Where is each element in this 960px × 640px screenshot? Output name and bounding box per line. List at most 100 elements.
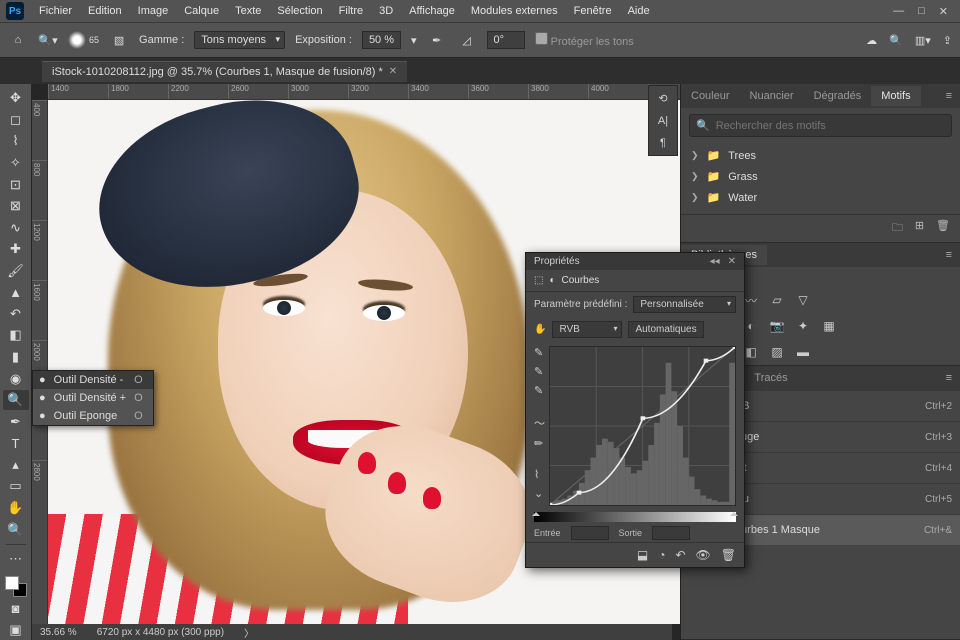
menu-file[interactable]: Fichier xyxy=(32,3,79,19)
new-item-icon[interactable]: ⊞ xyxy=(915,219,924,238)
pattern-search[interactable]: 🔍 xyxy=(689,114,952,137)
path-select-tool[interactable]: ▴ xyxy=(3,455,29,476)
panel-menu-icon[interactable]: ≡ xyxy=(938,90,960,102)
selective-icon[interactable]: ▨ xyxy=(767,343,787,361)
gradient-tool[interactable]: ▮ xyxy=(3,347,29,368)
wand-tool[interactable]: ✧ xyxy=(3,153,29,174)
character-dock-icon[interactable]: A| xyxy=(658,115,668,127)
home-icon[interactable]: ⌂ xyxy=(8,30,28,50)
history-dock-icon[interactable]: ⟲ xyxy=(658,92,667,105)
angle-icon[interactable]: ◿ xyxy=(457,30,477,50)
gradient-map-icon[interactable]: ▬ xyxy=(793,343,813,361)
brush-size[interactable]: 65 xyxy=(89,35,99,45)
ruler-horizontal[interactable]: 1400180022002600300032003400360038004000… xyxy=(48,84,680,100)
flyout-item[interactable]: ●Outil Densité -O xyxy=(33,371,153,389)
input-field[interactable] xyxy=(571,526,609,540)
pattern-folder-water[interactable]: ❯📁Water xyxy=(689,187,952,208)
sample-black-icon[interactable]: ✎ xyxy=(534,346,545,359)
view-previous-icon[interactable]: ◔ xyxy=(658,548,665,562)
tab-patterns[interactable]: Motifs xyxy=(871,86,920,106)
toggle-visibility-icon[interactable]: 👁 xyxy=(696,548,711,562)
pattern-folder-trees[interactable]: ❯📁Trees xyxy=(689,145,952,166)
pen-tool[interactable]: ✒ xyxy=(3,411,29,432)
menu-select[interactable]: Sélection xyxy=(270,3,329,19)
quickmask-icon[interactable]: ◙ xyxy=(3,598,29,619)
pattern-folder-grass[interactable]: ❯📁Grass xyxy=(689,166,952,187)
range-select[interactable]: Tons moyens xyxy=(194,31,285,49)
crop-tool[interactable]: ⊡ xyxy=(3,174,29,195)
output-field[interactable] xyxy=(652,526,690,540)
angle-input[interactable]: 0° xyxy=(487,31,525,49)
lasso-tool[interactable]: ⌇ xyxy=(3,131,29,152)
paragraph-dock-icon[interactable]: ¶ xyxy=(660,137,666,149)
exposure-icon[interactable]: ▱ xyxy=(767,291,787,309)
exposure-input[interactable]: 50 % xyxy=(362,31,401,49)
photo-filter-icon[interactable]: 📷 xyxy=(767,317,787,335)
edit-points-icon[interactable]: 〜 xyxy=(534,415,545,431)
menu-edit[interactable]: Edition xyxy=(81,3,129,19)
menu-layer[interactable]: Calque xyxy=(177,3,226,19)
hand-on-image-icon[interactable]: ✋ xyxy=(534,324,546,335)
edit-toolbar-icon[interactable]: ⋯ xyxy=(3,549,29,570)
tab-color[interactable]: Couleur xyxy=(681,86,740,106)
curves-graph[interactable] xyxy=(549,346,736,506)
history-brush-tool[interactable]: ↶ xyxy=(3,304,29,325)
menu-text[interactable]: Texte xyxy=(228,3,268,19)
workspace-icon[interactable]: ▥▾ xyxy=(915,34,931,47)
menu-filter[interactable]: Filtre xyxy=(332,3,370,19)
channel-select[interactable]: RVB xyxy=(552,321,622,338)
blur-tool[interactable]: ◉ xyxy=(3,368,29,389)
dodge-tool[interactable]: 🔍 xyxy=(3,390,29,411)
screenmode-icon[interactable]: ▣ xyxy=(3,619,29,640)
menu-3d[interactable]: 3D xyxy=(372,3,400,19)
tab-gradients[interactable]: Dégradés xyxy=(804,86,872,106)
stamp-tool[interactable]: ▲ xyxy=(3,282,29,303)
tool-preset-icon[interactable]: 🔍▾ xyxy=(38,30,58,50)
color-swatches[interactable] xyxy=(5,576,27,597)
options-icon[interactable]: ⌄ xyxy=(534,487,545,500)
draw-curve-icon[interactable]: ✏ xyxy=(534,437,545,450)
preset-select[interactable]: Personnalisée xyxy=(633,296,736,313)
panel-menu-icon[interactable]: ≡ xyxy=(938,249,960,261)
flyout-item[interactable]: ●Outil Densité +O xyxy=(33,389,153,407)
clip-icon[interactable]: ⬓ xyxy=(637,548,648,562)
eyedropper-tool[interactable]: ∿ xyxy=(3,217,29,238)
shape-tool[interactable]: ▭ xyxy=(3,476,29,497)
delete-icon[interactable]: 🗑 xyxy=(936,219,950,238)
heal-tool[interactable]: ✚ xyxy=(3,239,29,260)
mixer-icon[interactable]: ✦ xyxy=(793,317,813,335)
menu-view[interactable]: Affichage xyxy=(402,3,462,19)
brush-preview-icon[interactable] xyxy=(68,31,86,49)
menu-plugins[interactable]: Modules externes xyxy=(464,3,565,19)
smooth-icon[interactable]: ⌇ xyxy=(534,468,545,481)
menu-image[interactable]: Image xyxy=(131,3,176,19)
hand-tool[interactable]: ✋ xyxy=(3,498,29,519)
type-tool[interactable]: T xyxy=(3,433,29,454)
protect-tones-checkbox[interactable] xyxy=(535,32,548,45)
zoom-status[interactable]: 35.66 % xyxy=(40,627,77,638)
window-close-icon[interactable]: ✕ xyxy=(939,5,948,18)
close-tab-icon[interactable]: ✕ xyxy=(389,66,397,77)
sample-gray-icon[interactable]: ✎ xyxy=(534,365,545,378)
marquee-tool[interactable]: ◻ xyxy=(3,110,29,131)
lookup-icon[interactable]: ▦ xyxy=(819,317,839,335)
vibrance-icon[interactable]: ▽ xyxy=(793,291,813,309)
close-panel-icon[interactable]: ✕ xyxy=(728,256,736,267)
window-maximize-icon[interactable]: □ xyxy=(918,5,925,18)
output-gradient[interactable] xyxy=(534,512,736,522)
reset-icon[interactable]: ↶ xyxy=(675,548,685,562)
brush-panel-icon[interactable]: ▧ xyxy=(109,30,129,50)
new-folder-icon[interactable]: 🗀 xyxy=(892,219,903,238)
zoom-tool[interactable]: 🔍 xyxy=(3,519,29,540)
sample-white-icon[interactable]: ✎ xyxy=(534,384,545,397)
cloud-icon[interactable]: ☁ xyxy=(866,34,877,47)
auto-button[interactable]: Automatiques xyxy=(628,321,703,338)
move-tool[interactable]: ✥ xyxy=(3,88,29,109)
flyout-item[interactable]: ●Outil EpongeO xyxy=(33,407,153,425)
delete-adjust-icon[interactable]: 🗑 xyxy=(721,548,736,562)
properties-panel[interactable]: Propriétés ◂◂✕ ⬚ ◐ Courbes Paramètre pré… xyxy=(525,252,745,568)
tab-paths[interactable]: Tracés xyxy=(744,368,797,388)
search-icon[interactable]: 🔍 xyxy=(889,34,903,47)
pattern-search-input[interactable] xyxy=(716,120,945,132)
menu-help[interactable]: Aide xyxy=(621,3,657,19)
